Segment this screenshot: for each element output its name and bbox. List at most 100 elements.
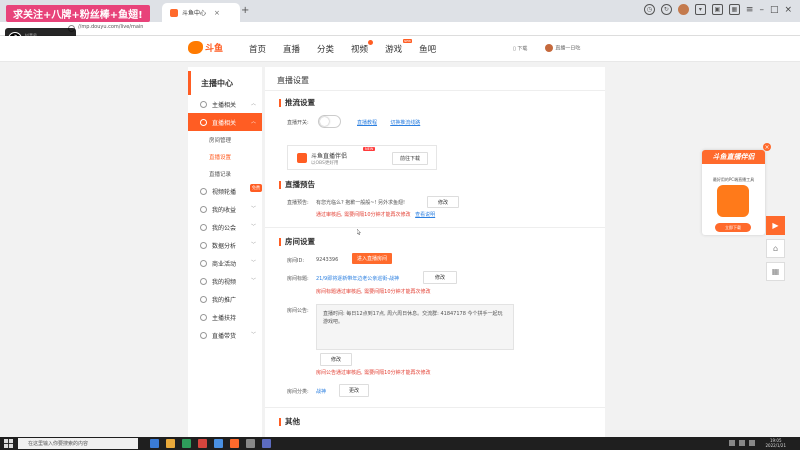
sidebar-sub-room[interactable]: 房间管理 bbox=[188, 131, 262, 148]
companion-name: 斗鱼直播伴侣 bbox=[311, 153, 348, 160]
sidebar-item-anchor[interactable]: 主播相关 ︿ bbox=[188, 95, 262, 113]
switch-line-link[interactable]: 切换推流线路 bbox=[390, 120, 420, 126]
notice-edit-button[interactable]: 修改 bbox=[427, 196, 459, 208]
section-other: 其他 bbox=[279, 418, 300, 426]
menu-icon[interactable]: ≡ bbox=[746, 5, 754, 15]
taskbar-apps bbox=[150, 439, 271, 448]
sidebar-item-shopping[interactable]: 直播带货 ﹀ bbox=[188, 326, 262, 344]
nav-video[interactable]: 视频 bbox=[351, 40, 374, 55]
shirt-icon[interactable]: ▾ bbox=[694, 4, 706, 15]
page-title: 直播设置 bbox=[277, 76, 309, 85]
user-name: 直播一日吃 bbox=[555, 45, 581, 52]
sidebar-item-business[interactable]: 商业活动 ﹀ bbox=[188, 254, 262, 272]
app-icon[interactable] bbox=[262, 439, 271, 448]
sidebar-item-live[interactable]: 直播相关 ︿ bbox=[188, 113, 262, 131]
maximize-icon[interactable]: □ bbox=[770, 5, 779, 15]
download-link[interactable]: ▯ 下载 bbox=[513, 45, 527, 52]
category-change-button[interactable]: 更改 bbox=[339, 384, 369, 397]
notice-help-link[interactable]: 查看说明 bbox=[415, 212, 435, 218]
profile-avatar[interactable] bbox=[677, 4, 689, 15]
app-icon[interactable] bbox=[182, 439, 191, 448]
divider bbox=[265, 90, 605, 91]
companion-sub: 以OBS更好用 bbox=[311, 161, 339, 166]
sidebar-sub-settings[interactable]: 直播设置 bbox=[188, 148, 262, 165]
companion-card: 斗鱼直播伴侣 以OBS更好用 NEW 前往下载 bbox=[287, 145, 437, 170]
sidebar-item-guild[interactable]: 我的公会 ﹀ bbox=[188, 218, 262, 236]
nav-game[interactable]: 游戏 NEW bbox=[385, 39, 413, 55]
play-side-icon[interactable]: ▶ bbox=[766, 216, 785, 235]
douyu-app-icon[interactable] bbox=[230, 439, 239, 448]
fish-logo-icon bbox=[188, 41, 203, 54]
live-toggle[interactable] bbox=[318, 115, 341, 128]
sidebar-item-my-videos[interactable]: 我的视频 ﹀ bbox=[188, 272, 262, 290]
chart-icon bbox=[200, 241, 207, 249]
companion-widget: 斗鱼直播伴侣 最好用的PC端直播工具 立即下载 bbox=[702, 150, 765, 235]
windows-start-icon[interactable] bbox=[4, 439, 13, 448]
tutorial-link[interactable]: 直播教程 bbox=[357, 120, 377, 126]
sidebar-item-promotion[interactable]: 我的推广 bbox=[188, 290, 262, 308]
task-view-icon[interactable] bbox=[150, 439, 159, 448]
douyu-logo[interactable]: 斗鱼 bbox=[188, 41, 223, 54]
camera-icon bbox=[200, 118, 207, 126]
browser-toolbar: ◷ ↻ ▾ ▣ ▦ ≡ – □ × bbox=[643, 4, 792, 15]
history-icon[interactable]: ◷ bbox=[643, 4, 655, 15]
section-push: 推流设置 bbox=[279, 99, 315, 107]
volume-icon[interactable] bbox=[749, 440, 755, 446]
download-companion-button[interactable]: 前往下载 bbox=[392, 152, 428, 165]
widget-download-button[interactable]: 立即下载 bbox=[715, 223, 751, 232]
category-value[interactable]: 战神 bbox=[316, 388, 326, 395]
nav-fishbar[interactable]: 鱼吧 bbox=[419, 43, 436, 55]
room-title-edit-button[interactable]: 修改 bbox=[423, 271, 457, 284]
announce-edit-button[interactable]: 修改 bbox=[320, 353, 352, 366]
browser-tab-2[interactable]: 斗鱼中心 × bbox=[162, 3, 240, 22]
nav-home[interactable]: 首页 bbox=[249, 43, 266, 55]
sidebar-item-label: 直播相关 bbox=[212, 119, 237, 127]
user-menu[interactable]: 直播一日吃 bbox=[545, 44, 580, 52]
system-tray bbox=[729, 440, 755, 446]
home-side-icon[interactable]: ⌂ bbox=[766, 239, 785, 258]
nav-live[interactable]: 直播 bbox=[283, 43, 300, 55]
taskbar-clock[interactable]: 19:05 2022/1/21 bbox=[765, 438, 786, 448]
site-header: 斗鱼 首页 直播 分类 视频 游戏 NEW 鱼吧 ▯ 下载 直播一日吃 bbox=[0, 36, 800, 62]
app-icon[interactable] bbox=[198, 439, 207, 448]
sidebar-item-income[interactable]: 我的收益 ﹀ bbox=[188, 200, 262, 218]
cart-icon bbox=[200, 331, 207, 339]
app-icon[interactable] bbox=[246, 439, 255, 448]
sidebar-sub-records[interactable]: 直播记录 bbox=[188, 165, 262, 182]
network-icon[interactable] bbox=[739, 440, 745, 446]
room-title-value[interactable]: 21/9即将逐新带年边老公亲巡街-战神 bbox=[316, 275, 399, 282]
clock-date: 2022/1/21 bbox=[765, 443, 786, 448]
minimize-icon[interactable]: – bbox=[759, 5, 764, 15]
sidebar-title: 主播中心 bbox=[188, 71, 262, 95]
taskbar-search-placeholder: 在这里输入你要搜索的内容 bbox=[28, 441, 89, 447]
explorer-icon[interactable] bbox=[166, 439, 175, 448]
douyu-favicon-icon bbox=[170, 8, 178, 17]
chevron-down-icon: ﹀ bbox=[250, 332, 256, 338]
announce-textarea[interactable]: 直播时间: 每日12点到17点, 周六周日休息。交流群: 41847178 今个… bbox=[316, 304, 514, 350]
video-dot-badge bbox=[368, 40, 374, 45]
companion-app-icon bbox=[297, 153, 307, 163]
nav-new-badge: NEW bbox=[402, 39, 413, 43]
enter-room-button[interactable]: 进入直播房间 bbox=[352, 253, 392, 264]
browser-icon[interactable] bbox=[214, 439, 223, 448]
category-label: 房间分类: bbox=[287, 389, 309, 395]
section-notice: 直播预告 bbox=[279, 181, 315, 189]
widget-close-icon[interactable]: × bbox=[763, 143, 771, 151]
extension-icon[interactable]: ▣ bbox=[711, 4, 723, 15]
sidebar-item-analytics[interactable]: 数据分析 ﹀ bbox=[188, 236, 262, 254]
nav-category[interactable]: 分类 bbox=[317, 43, 334, 55]
sidebar-item-video-loop[interactable]: 视频轮播 免费 bbox=[188, 182, 262, 200]
refresh-icon[interactable]: ↻ bbox=[660, 4, 672, 15]
tab-close-icon[interactable]: × bbox=[214, 9, 220, 17]
room-title-label: 房间标题: bbox=[287, 276, 309, 282]
qr-side-icon[interactable]: ▦ bbox=[766, 262, 785, 281]
close-window-icon[interactable]: × bbox=[784, 5, 792, 15]
new-tab-icon[interactable]: + bbox=[241, 5, 249, 16]
chevron-down-icon: ﹀ bbox=[250, 278, 256, 284]
url-text[interactable]: //mp.douyu.com/live/main bbox=[78, 24, 143, 30]
sidebar-item-support[interactable]: 主播扶持 bbox=[188, 308, 262, 326]
grid-icon[interactable]: ▦ bbox=[728, 4, 740, 15]
taskbar-search[interactable]: 在这里输入你要搜索的内容 bbox=[18, 438, 138, 449]
nav-video-label: 视频 bbox=[351, 45, 369, 55]
tray-icon[interactable] bbox=[729, 440, 735, 446]
